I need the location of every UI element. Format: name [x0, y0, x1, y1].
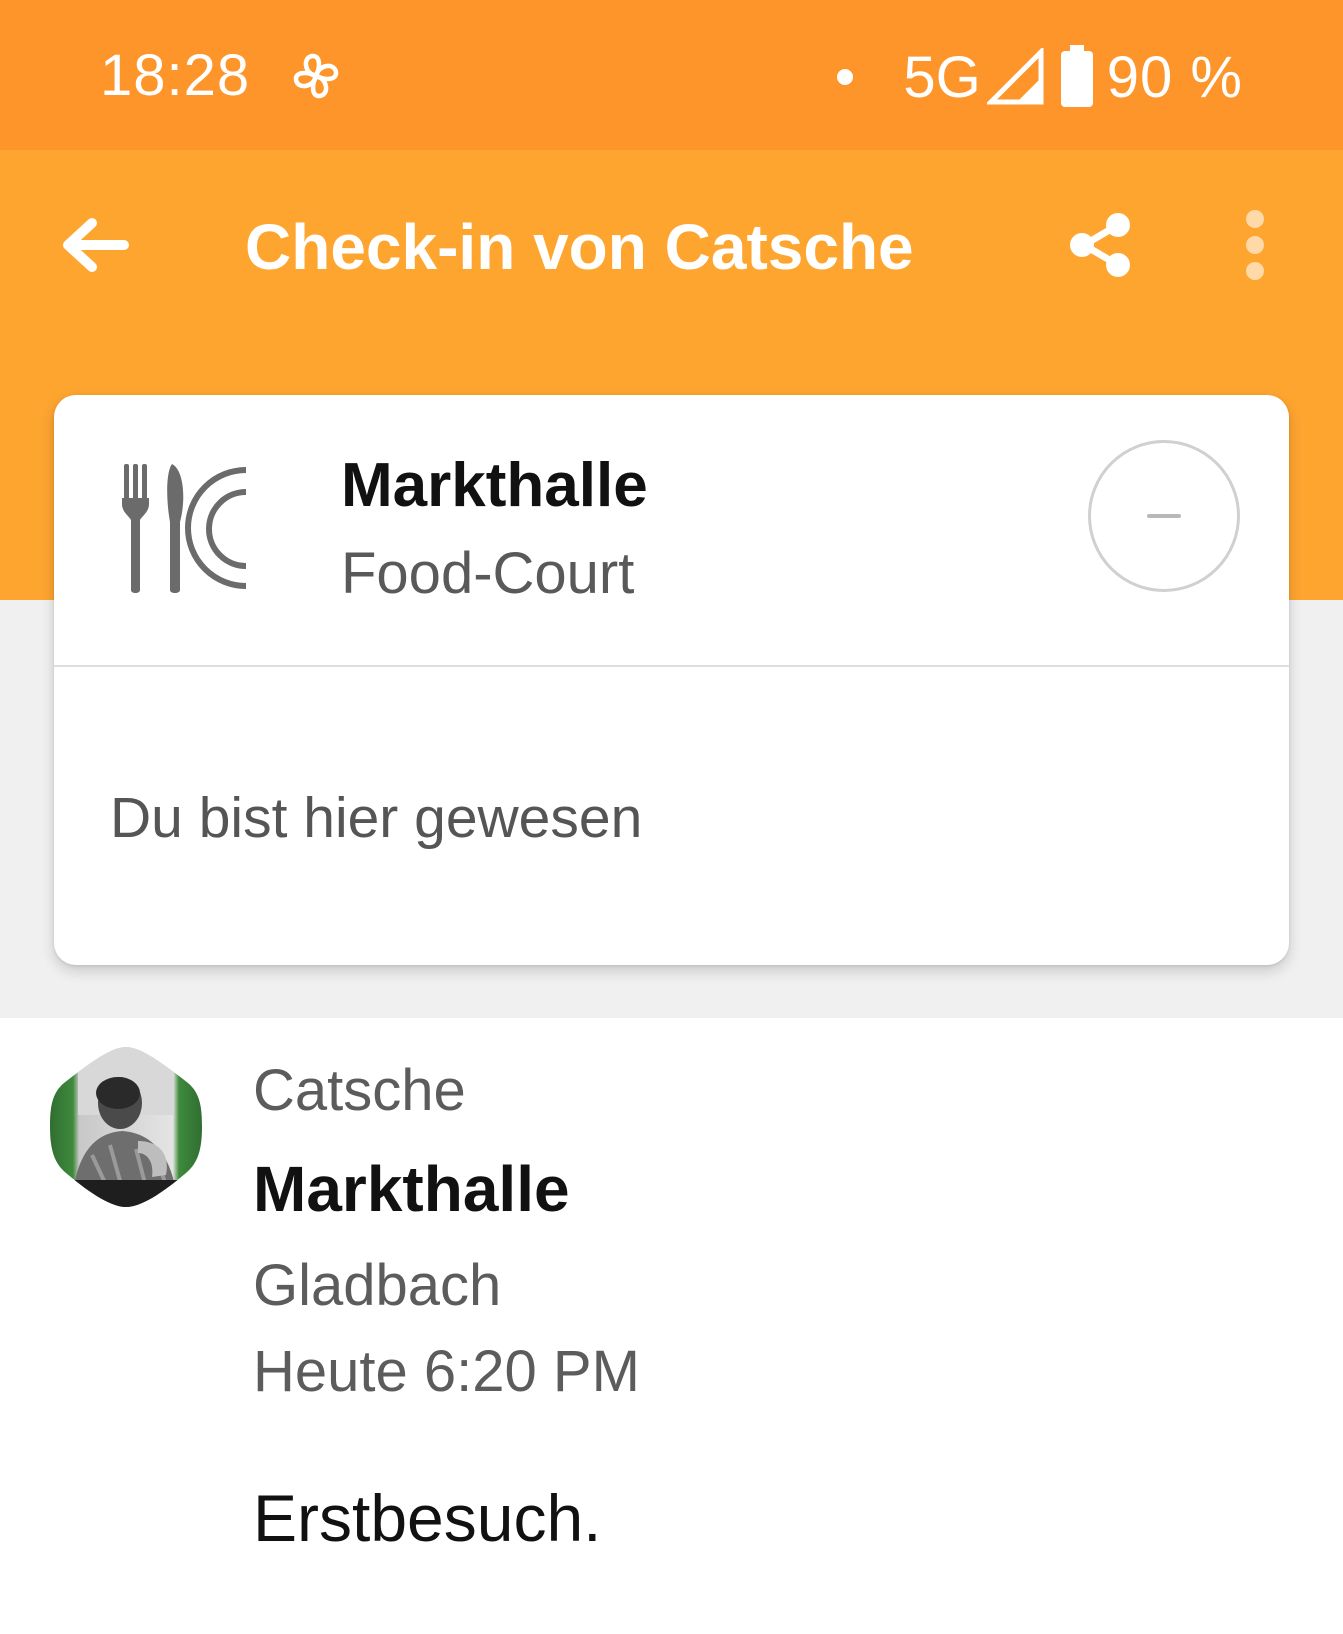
food-court-icon	[122, 464, 247, 593]
back-arrow-icon	[63, 218, 129, 272]
page-title: Check-in von Catsche	[245, 211, 914, 283]
fan-icon	[293, 53, 339, 99]
venue-category: Food-Court	[341, 541, 635, 606]
back-button[interactable]	[50, 200, 140, 290]
status-indicators: 5G 90 %	[837, 42, 1243, 112]
battery-level: 90 %	[1106, 44, 1243, 110]
venue-toggle-button[interactable]	[1088, 440, 1240, 592]
visited-status: Du bist hier gewesen	[110, 786, 643, 850]
checkin-shout: Erstbesuch.	[253, 1481, 602, 1555]
checkin-city: Gladbach	[253, 1253, 502, 1318]
status-bar: 18:28 5G 90 %	[0, 0, 1343, 150]
checkin-timestamp: Heute 6:20 PM	[253, 1339, 640, 1404]
venue-name: Markthalle	[341, 451, 648, 520]
battery-icon	[1060, 45, 1093, 107]
status-time: 18:28	[100, 43, 251, 108]
venue-card[interactable]: Markthalle Food-Court Du bist hier gewes…	[54, 395, 1289, 965]
avatar[interactable]	[48, 1045, 204, 1208]
minus-icon	[1147, 514, 1181, 518]
more-options-button[interactable]	[1220, 200, 1290, 290]
card-divider	[54, 665, 1289, 667]
signal-icon	[986, 48, 1044, 105]
share-icon	[1070, 213, 1130, 277]
network-type: 5G	[903, 44, 981, 110]
notification-dot-icon	[837, 69, 854, 85]
more-vert-icon	[1246, 210, 1264, 280]
share-button[interactable]	[1055, 200, 1145, 290]
checkin-user-name[interactable]: Catsche	[253, 1057, 466, 1124]
checkin-venue-name[interactable]: Markthalle	[253, 1152, 570, 1226]
